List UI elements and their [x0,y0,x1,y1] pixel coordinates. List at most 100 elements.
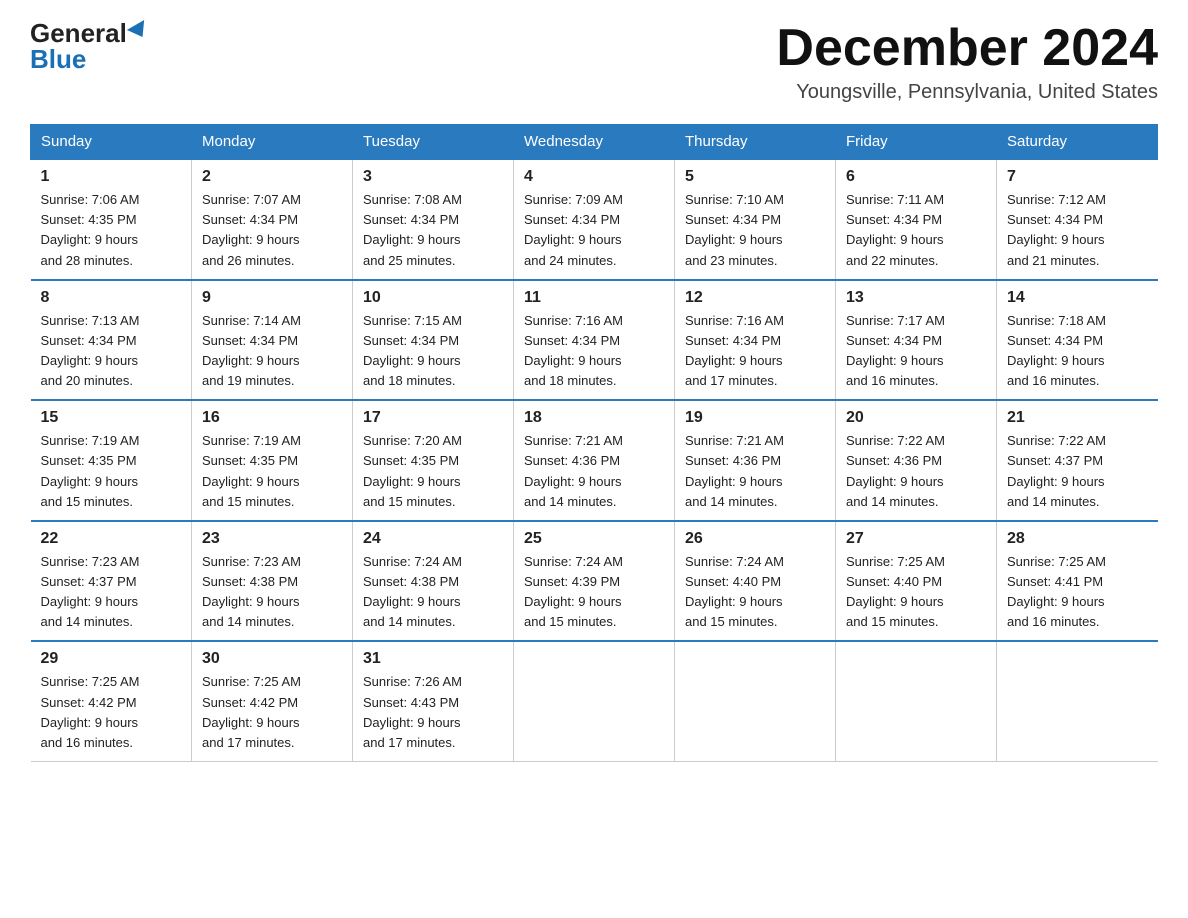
day-info: Sunrise: 7:16 AMSunset: 4:34 PMDaylight:… [524,311,664,392]
header-tuesday: Tuesday [353,125,514,160]
calendar-week-2: 8Sunrise: 7:13 AMSunset: 4:34 PMDaylight… [31,280,1158,401]
table-row: 13Sunrise: 7:17 AMSunset: 4:34 PMDayligh… [836,280,997,401]
table-row: 7 Sunrise: 7:12 AMSunset: 4:34 PMDaylight… [997,159,1158,280]
table-row: 16 Sunrise: 7:19 AMSunset: 4:35 PMDayligh… [192,400,353,521]
logo-general-text: General [30,20,127,46]
day-info: Sunrise: 7:20 AMSunset: 4:35 PMDaylight:… [363,431,503,512]
day-number: 4 [524,168,664,186]
table-row [836,641,997,761]
day-info: Sunrise: 7:26 AMSunset: 4:43 PMDaylight:… [363,672,503,753]
day-info: Sunrise: 7:06 AMSunset: 4:35 PMDaylight:… [41,190,182,271]
day-info: Sunrise: 7:16 AMSunset: 4:34 PMDaylight:… [685,311,825,392]
table-row: 30 Sunrise: 7:25 AMSunset: 4:42 PMDayligh… [192,641,353,761]
day-number: 17 [363,409,503,427]
table-row: 24 Sunrise: 7:24 AMSunset: 4:38 PMDayligh… [353,521,514,642]
day-number: 26 [685,530,825,548]
table-row: 19Sunrise: 7:21 AMSunset: 4:36 PMDayligh… [675,400,836,521]
table-row: 20 Sunrise: 7:22 AMSunset: 4:36 PMDayligh… [836,400,997,521]
day-number: 21 [1007,409,1148,427]
table-row: 2 Sunrise: 7:07 AMSunset: 4:34 PMDaylight… [192,159,353,280]
day-info: Sunrise: 7:13 AMSunset: 4:34 PMDaylight:… [41,311,182,392]
day-number: 29 [41,650,182,668]
day-info: Sunrise: 7:19 AMSunset: 4:35 PMDaylight:… [202,431,342,512]
day-info: Sunrise: 7:08 AMSunset: 4:34 PMDaylight:… [363,190,503,271]
table-row: 14 Sunrise: 7:18 AMSunset: 4:34 PMDayligh… [997,280,1158,401]
calendar-week-4: 22 Sunrise: 7:23 AMSunset: 4:37 PMDayligh… [31,521,1158,642]
table-row: 27 Sunrise: 7:25 AMSunset: 4:40 PMDayligh… [836,521,997,642]
day-number: 3 [363,168,503,186]
table-row: 4 Sunrise: 7:09 AMSunset: 4:34 PMDaylight… [514,159,675,280]
day-info: Sunrise: 7:09 AMSunset: 4:34 PMDaylight:… [524,190,664,271]
table-row [997,641,1158,761]
table-row: 10Sunrise: 7:15 AMSunset: 4:34 PMDayligh… [353,280,514,401]
header-friday: Friday [836,125,997,160]
day-info: Sunrise: 7:24 AMSunset: 4:40 PMDaylight:… [685,552,825,633]
header-thursday: Thursday [675,125,836,160]
calendar-location: Youngsville, Pennsylvania, United States [776,81,1158,104]
day-info: Sunrise: 7:25 AMSunset: 4:42 PMDaylight:… [202,672,342,753]
table-row: 18 Sunrise: 7:21 AMSunset: 4:36 PMDayligh… [514,400,675,521]
day-info: Sunrise: 7:14 AMSunset: 4:34 PMDaylight:… [202,311,342,392]
calendar-week-1: 1 Sunrise: 7:06 AMSunset: 4:35 PMDaylight… [31,159,1158,280]
day-info: Sunrise: 7:07 AMSunset: 4:34 PMDaylight:… [202,190,342,271]
day-number: 14 [1007,289,1148,307]
day-number: 30 [202,650,342,668]
table-row: 29 Sunrise: 7:25 AMSunset: 4:42 PMDayligh… [31,641,192,761]
logo-blue-text: Blue [30,44,86,74]
day-number: 6 [846,168,986,186]
day-number: 9 [202,289,342,307]
day-number: 18 [524,409,664,427]
day-info: Sunrise: 7:25 AMSunset: 4:42 PMDaylight:… [41,672,182,753]
day-info: Sunrise: 7:22 AMSunset: 4:37 PMDaylight:… [1007,431,1148,512]
day-number: 15 [41,409,182,427]
table-row: 5Sunrise: 7:10 AMSunset: 4:34 PMDaylight… [675,159,836,280]
table-row [675,641,836,761]
day-info: Sunrise: 7:23 AMSunset: 4:38 PMDaylight:… [202,552,342,633]
day-number: 11 [524,289,664,307]
header-sunday: Sunday [31,125,192,160]
table-row: 22 Sunrise: 7:23 AMSunset: 4:37 PMDayligh… [31,521,192,642]
page-header: General Blue December 2024 Youngsville, … [30,20,1158,104]
table-row: 15Sunrise: 7:19 AMSunset: 4:35 PMDayligh… [31,400,192,521]
day-info: Sunrise: 7:10 AMSunset: 4:34 PMDaylight:… [685,190,825,271]
table-row: 11 Sunrise: 7:16 AMSunset: 4:34 PMDayligh… [514,280,675,401]
day-number: 24 [363,530,503,548]
day-info: Sunrise: 7:18 AMSunset: 4:34 PMDaylight:… [1007,311,1148,392]
day-number: 23 [202,530,342,548]
day-number: 25 [524,530,664,548]
day-info: Sunrise: 7:22 AMSunset: 4:36 PMDaylight:… [846,431,986,512]
logo-triangle-icon [127,20,151,42]
calendar-table: Sunday Monday Tuesday Wednesday Thursday… [30,124,1158,762]
day-number: 19 [685,409,825,427]
table-row: 23 Sunrise: 7:23 AMSunset: 4:38 PMDayligh… [192,521,353,642]
day-number: 7 [1007,168,1148,186]
table-row: 26 Sunrise: 7:24 AMSunset: 4:40 PMDayligh… [675,521,836,642]
day-info: Sunrise: 7:21 AMSunset: 4:36 PMDaylight:… [524,431,664,512]
calendar-header-row: Sunday Monday Tuesday Wednesday Thursday… [31,125,1158,160]
day-info: Sunrise: 7:23 AMSunset: 4:37 PMDaylight:… [41,552,182,633]
table-row: 9 Sunrise: 7:14 AMSunset: 4:34 PMDaylight… [192,280,353,401]
day-number: 22 [41,530,182,548]
day-number: 20 [846,409,986,427]
header-wednesday: Wednesday [514,125,675,160]
logo: General Blue [30,20,149,73]
table-row: 3 Sunrise: 7:08 AMSunset: 4:34 PMDaylight… [353,159,514,280]
title-section: December 2024 Youngsville, Pennsylvania,… [776,20,1158,104]
table-row: 12Sunrise: 7:16 AMSunset: 4:34 PMDayligh… [675,280,836,401]
day-number: 1 [41,168,182,186]
day-number: 27 [846,530,986,548]
header-saturday: Saturday [997,125,1158,160]
day-info: Sunrise: 7:24 AMSunset: 4:38 PMDaylight:… [363,552,503,633]
day-info: Sunrise: 7:15 AMSunset: 4:34 PMDaylight:… [363,311,503,392]
table-row: 8Sunrise: 7:13 AMSunset: 4:34 PMDaylight… [31,280,192,401]
calendar-week-3: 15 Sunrise: 7:19 AMSunset: 4:35 PMDayligh… [31,400,1158,521]
day-info: Sunrise: 7:25 AMSunset: 4:41 PMDaylight:… [1007,552,1148,633]
table-row: 21 Sunrise: 7:22 AMSunset: 4:37 PMDayligh… [997,400,1158,521]
day-number: 2 [202,168,342,186]
day-info: Sunrise: 7:12 AMSunset: 4:34 PMDaylight:… [1007,190,1148,271]
day-number: 16 [202,409,342,427]
day-number: 31 [363,650,503,668]
day-number: 13 [846,289,986,307]
table-row: 31 Sunrise: 7:26 AMSunset: 4:43 PMDayligh… [353,641,514,761]
day-info: Sunrise: 7:25 AMSunset: 4:40 PMDaylight:… [846,552,986,633]
